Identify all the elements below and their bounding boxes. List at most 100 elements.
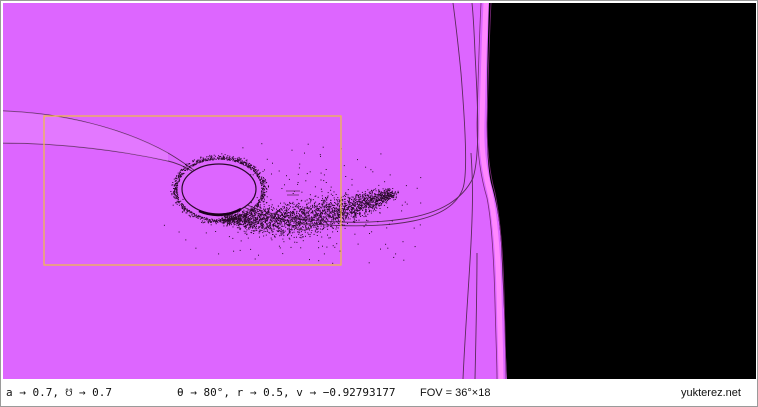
particle: [302, 226, 304, 228]
particle: [190, 167, 192, 169]
particle: [300, 228, 302, 230]
particle: [320, 179, 322, 181]
particle: [247, 210, 249, 212]
particle: [247, 208, 249, 210]
particle: [362, 206, 364, 208]
particle: [251, 214, 253, 216]
particle: [250, 210, 252, 212]
particle: [221, 158, 223, 160]
particle: [231, 157, 233, 159]
particle: [220, 220, 222, 222]
particle: [351, 213, 352, 215]
particle: [259, 207, 261, 209]
particle: [318, 208, 320, 209]
particle: [263, 178, 265, 180]
particle: [188, 163, 190, 164]
render-viewport[interactable]: [3, 3, 756, 379]
particle: [322, 201, 324, 203]
particle: [236, 161, 238, 162]
particle: [262, 181, 263, 183]
particle: [308, 226, 309, 228]
particle: [308, 215, 310, 217]
particle: [303, 213, 305, 215]
particle: [262, 195, 264, 197]
particle: [290, 229, 291, 231]
particle: [256, 227, 258, 229]
particle: [232, 156, 234, 158]
particle: [250, 214, 252, 216]
particle: [256, 218, 258, 220]
particle: [304, 217, 306, 219]
particle: [392, 192, 394, 194]
particle: [234, 220, 235, 222]
particle: [357, 199, 359, 201]
particle: [307, 232, 309, 234]
particle: [292, 225, 294, 227]
particle: [295, 206, 297, 208]
particle: [303, 221, 305, 223]
particle: [354, 215, 356, 217]
particle: [322, 216, 324, 218]
particle: [330, 186, 332, 188]
particle: [265, 215, 267, 217]
particle: [285, 223, 287, 225]
particle: [269, 224, 270, 226]
particle: [352, 211, 354, 213]
particle: [304, 207, 306, 208]
particle: [265, 202, 267, 204]
particle: [246, 233, 248, 235]
particle: [230, 218, 232, 220]
particle: [364, 191, 366, 193]
particle: [315, 209, 317, 211]
particle: [385, 243, 387, 245]
particle: [277, 231, 279, 233]
particle: [243, 209, 245, 211]
particle: [334, 215, 336, 217]
particle: [420, 177, 422, 179]
particle: [342, 210, 344, 212]
particle: [176, 181, 178, 183]
particle: [245, 215, 247, 217]
particle: [202, 157, 204, 159]
particle: [227, 159, 228, 161]
particle: [384, 188, 386, 190]
particle: [299, 228, 301, 230]
particle: [311, 230, 313, 231]
particle: [271, 225, 273, 227]
particle: [263, 203, 265, 205]
particle: [175, 180, 177, 181]
particle: [273, 217, 275, 219]
particle: [361, 200, 363, 202]
particle: [173, 178, 175, 180]
particle: [252, 174, 254, 176]
particle: [319, 221, 321, 223]
particle: [280, 202, 281, 204]
particle: [371, 231, 373, 233]
particle: [229, 220, 230, 222]
particle: [219, 158, 220, 160]
particle: [294, 213, 296, 215]
particle: [305, 180, 307, 182]
particle: [262, 170, 264, 172]
particle: [379, 208, 381, 209]
particle: [366, 200, 368, 201]
particle: [347, 196, 349, 198]
particle: [331, 207, 333, 209]
particle: [301, 191, 303, 193]
particle: [261, 190, 263, 191]
particle: [263, 206, 265, 208]
particle: [263, 235, 265, 237]
particle: [201, 220, 203, 222]
particle: [280, 218, 281, 219]
particle: [202, 159, 204, 161]
particle: [329, 204, 331, 206]
particle: [293, 236, 295, 238]
particle: [318, 216, 320, 218]
particle: [242, 163, 244, 165]
particle: [312, 219, 314, 220]
particle: [255, 169, 257, 171]
particle: [390, 196, 392, 198]
particle: [328, 208, 330, 210]
site-link[interactable]: yukterez.net: [681, 381, 741, 405]
particle: [321, 205, 323, 207]
